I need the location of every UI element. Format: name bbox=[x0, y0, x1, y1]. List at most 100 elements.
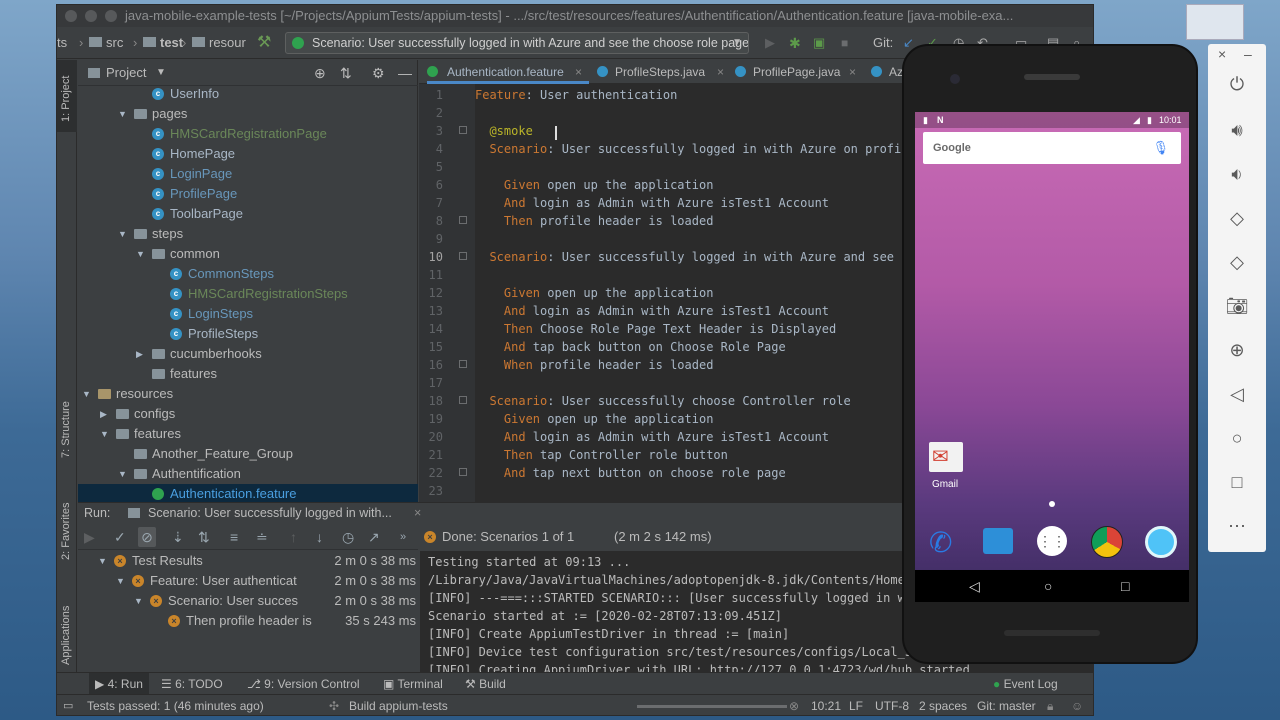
panel-toggle-icon[interactable]: ▭ bbox=[63, 695, 73, 715]
tree-item[interactable]: ▶ cucumberhooks bbox=[78, 344, 418, 364]
tree-item[interactable]: ▼ common bbox=[78, 244, 418, 264]
maximize-window-button[interactable] bbox=[105, 10, 117, 22]
tree-item[interactable]: c ToolbarPage bbox=[78, 204, 418, 224]
coverage-icon[interactable]: ▣ bbox=[813, 27, 825, 59]
chevron-down-icon[interactable]: ▼ bbox=[136, 244, 145, 264]
tab-profilepage-java[interactable]: ProfilePage.java × bbox=[735, 60, 861, 84]
favorites-tool-label[interactable]: 2: Favorites bbox=[60, 503, 72, 560]
build-hammer-icon[interactable]: ⚒ bbox=[257, 27, 271, 59]
volume-up-icon[interactable]: 🔊︎ bbox=[1208, 120, 1266, 141]
test-result-row[interactable]: ▼ × Scenario: User succes 2 m 0 s 38 ms bbox=[78, 591, 418, 611]
code-line[interactable]: Scenario: User successfully logged in wi… bbox=[475, 140, 903, 158]
tree-item[interactable]: c LoginSteps bbox=[78, 304, 418, 324]
code-line[interactable]: Then profile header is loaded bbox=[475, 212, 714, 230]
breadcrumb-src[interactable]: src bbox=[106, 27, 123, 59]
stop-icon[interactable]: ■ bbox=[841, 27, 848, 59]
tab-profilesteps-java[interactable]: ProfileSteps.java × bbox=[597, 60, 729, 84]
code-line[interactable]: Then Choose Role Page Text Header is Dis… bbox=[475, 320, 836, 338]
tree-item[interactable]: ▶ configs bbox=[78, 404, 418, 424]
screenshot-icon[interactable]: 📷︎ bbox=[1208, 296, 1266, 317]
device-screen[interactable]: ▮ N ◢ ▮ 10:01 Google 🎙︎ ✉ Gmail ✆ ⋮⋮ ◁ ○… bbox=[915, 112, 1189, 602]
code-area[interactable]: Feature: User authentication @smoke Scen… bbox=[475, 84, 903, 502]
tree-item[interactable]: c HMSCardRegistrationSteps bbox=[78, 284, 418, 304]
zoom-icon[interactable]: ⊕ bbox=[1208, 340, 1266, 361]
chevron-right-icon[interactable]: ▶ bbox=[136, 344, 143, 364]
fold-marker-icon[interactable] bbox=[459, 216, 467, 224]
expand-all-icon[interactable]: ≡ bbox=[230, 527, 238, 547]
debug-icon[interactable]: ✱ bbox=[789, 27, 801, 59]
close-icon[interactable]: × bbox=[849, 60, 856, 84]
code-line[interactable]: Feature: User authentication bbox=[475, 86, 677, 104]
project-view-label[interactable]: Project bbox=[106, 60, 146, 86]
lock-icon[interactable]: 🔒︎ bbox=[1047, 695, 1053, 715]
tree-item[interactable]: ▼ steps bbox=[78, 224, 418, 244]
chevron-down-icon[interactable]: ▼ bbox=[134, 591, 143, 611]
inspector-icon[interactable]: ☺ bbox=[1071, 695, 1083, 715]
code-line[interactable]: And login as Admin with Azure isTest1 Ac… bbox=[475, 428, 829, 446]
gear-icon[interactable]: ⚙ bbox=[372, 60, 385, 86]
code-line[interactable]: Then tap Controller role button bbox=[475, 446, 728, 464]
show-passed-icon[interactable]: ✓ bbox=[114, 527, 126, 547]
close-icon[interactable]: × bbox=[1218, 46, 1226, 62]
fold-marker-icon[interactable] bbox=[459, 396, 467, 404]
cancel-icon[interactable]: ⊗ bbox=[789, 695, 799, 715]
messages-icon[interactable] bbox=[983, 528, 1013, 554]
chevron-down-icon[interactable]: ▼ bbox=[118, 104, 127, 124]
camera-app-icon[interactable] bbox=[1145, 526, 1177, 558]
tree-item[interactable]: c CommonSteps bbox=[78, 264, 418, 284]
close-icon[interactable]: × bbox=[717, 60, 724, 84]
code-line[interactable]: When profile header is loaded bbox=[475, 356, 714, 374]
chevron-down-icon[interactable]: ▼ bbox=[100, 424, 109, 444]
show-ignored-icon[interactable]: ⊘ bbox=[138, 527, 156, 547]
breadcrumb-test[interactable]: test bbox=[160, 27, 183, 59]
tab-version-control[interactable]: ⎇ 9: Version Control bbox=[247, 673, 360, 695]
collapse-icon[interactable]: ⇅ bbox=[340, 60, 352, 86]
history-icon[interactable]: ◷ bbox=[342, 527, 354, 547]
tree-item[interactable]: ▼ resources bbox=[78, 384, 418, 404]
code-line[interactable]: And login as Admin with Azure isTest1 Ac… bbox=[475, 194, 829, 212]
code-line[interactable]: Given open up the application bbox=[475, 176, 714, 194]
gmail-icon[interactable]: ✉ bbox=[929, 442, 963, 472]
minimize-window-button[interactable] bbox=[85, 10, 97, 22]
tab-run[interactable]: ▶ 4: Run bbox=[89, 673, 149, 695]
chevron-down-icon[interactable]: ▼ bbox=[116, 571, 125, 591]
chevron-right-icon[interactable]: ▶ bbox=[100, 404, 107, 424]
tree-item[interactable]: c HomePage bbox=[78, 144, 418, 164]
rotate-right-icon[interactable]: ◇ bbox=[1208, 252, 1266, 273]
line-separator[interactable]: LF bbox=[849, 695, 863, 715]
previous-icon[interactable]: ↑ bbox=[290, 527, 297, 547]
code-line[interactable]: Scenario: User successfully logged in wi… bbox=[475, 248, 903, 266]
tab-event-log[interactable]: ● Event Log bbox=[993, 673, 1058, 695]
tree-item[interactable]: ▼ pages bbox=[78, 104, 418, 124]
caret-position[interactable]: 10:21 bbox=[811, 695, 841, 715]
test-result-row[interactable]: ▼ × Feature: User authenticat 2 m 0 s 38 ms bbox=[78, 571, 418, 591]
code-line[interactable]: And login as Admin with Azure isTest1 Ac… bbox=[475, 302, 829, 320]
hide-panel-icon[interactable]: — bbox=[398, 60, 412, 86]
fold-marker-icon[interactable] bbox=[459, 126, 467, 134]
close-icon[interactable]: × bbox=[575, 60, 582, 84]
tree-item[interactable]: ▼ features bbox=[78, 424, 418, 444]
tab-terminal[interactable]: ▣ Terminal bbox=[383, 673, 443, 695]
tree-item[interactable]: Another_Feature_Group bbox=[78, 444, 418, 464]
tree-item[interactable]: features bbox=[78, 364, 418, 384]
next-icon[interactable]: ↓ bbox=[316, 527, 323, 547]
fold-marker-icon[interactable] bbox=[459, 360, 467, 368]
project-tool-label[interactable]: 1: Project bbox=[60, 76, 72, 122]
close-window-button[interactable] bbox=[65, 10, 77, 22]
tab-build[interactable]: ⚒ Build bbox=[465, 673, 506, 695]
export-icon[interactable]: ↗ bbox=[368, 527, 380, 547]
recents-icon[interactable]: □ bbox=[1121, 570, 1129, 602]
breadcrumb-resources[interactable]: resour bbox=[209, 27, 246, 59]
code-line[interactable]: And tap next button on choose role page bbox=[475, 464, 786, 482]
back-icon[interactable]: ◁ bbox=[1208, 384, 1266, 405]
chevron-down-icon[interactable]: ▼ bbox=[156, 60, 166, 86]
sort-duration-icon[interactable]: ⇅ bbox=[198, 527, 210, 547]
locate-icon[interactable]: ⊕ bbox=[314, 60, 326, 86]
run-icon[interactable]: ▶ bbox=[765, 27, 775, 59]
sort-alpha-icon[interactable]: ⇣ bbox=[172, 527, 184, 547]
code-line[interactable]: @smoke bbox=[475, 122, 532, 140]
tree-item[interactable]: ▼ Authentification bbox=[78, 464, 418, 484]
test-result-row[interactable]: × Then profile header is 35 s 243 ms bbox=[78, 611, 418, 631]
tree-item[interactable]: c LoginPage bbox=[78, 164, 418, 184]
tree-item[interactable]: c HMSCardRegistrationPage bbox=[78, 124, 418, 144]
